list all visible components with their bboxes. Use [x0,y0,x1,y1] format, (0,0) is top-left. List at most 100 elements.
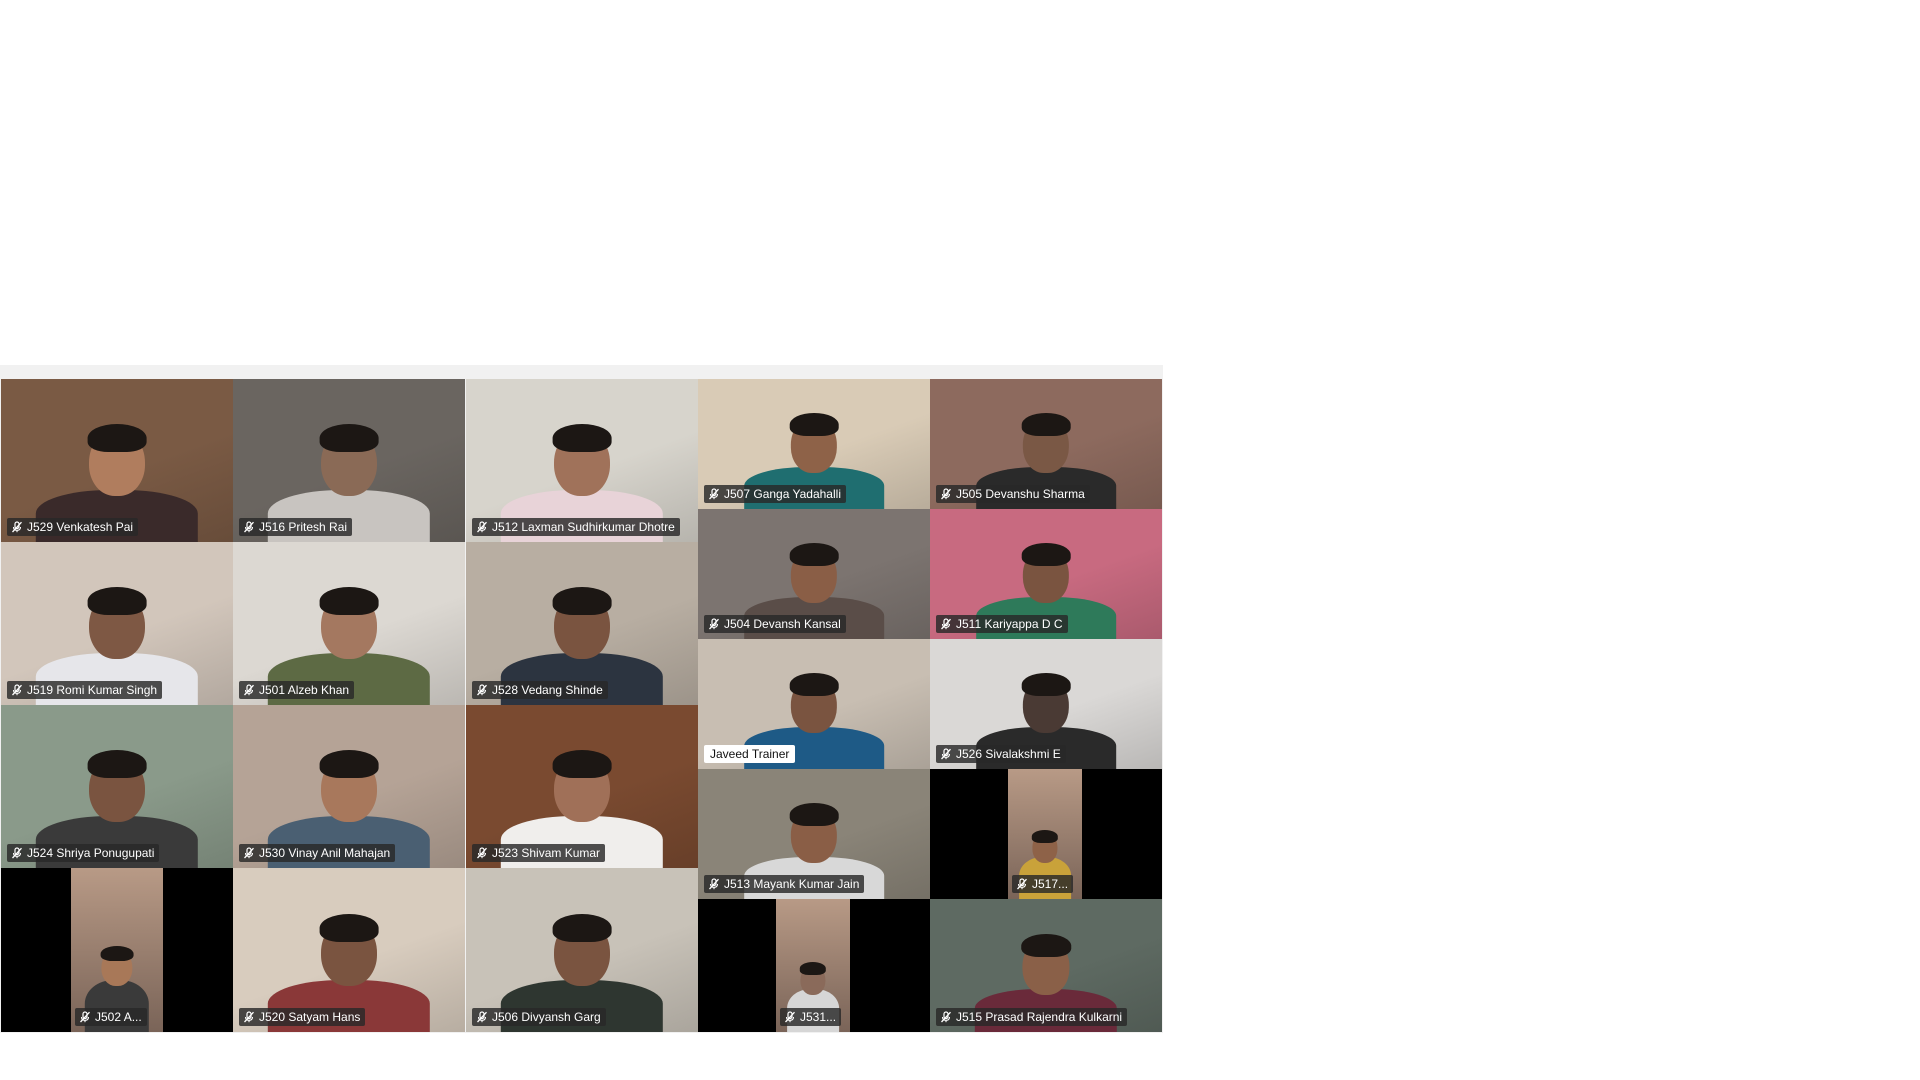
mic-muted-icon [79,1011,91,1023]
mic-muted-icon [243,684,255,696]
participant-tile-j501-alzeb-khan[interactable]: J501 Alzeb Khan [233,542,465,705]
participant-tile-j530-vinay-anil-mahajan[interactable]: J530 Vinay Anil Mahajan [233,705,465,868]
participant-name-label: J506 Divyansh Garg [472,1008,606,1026]
participant-tile-j512-laxman-sudhirkumar-dhotre[interactable]: J512 Laxman Sudhirkumar Dhotre [466,379,698,542]
participant-hair [87,423,147,453]
participant-tile-j517[interactable]: J517... [930,769,1162,899]
participant-name-label: J523 Shivam Kumar [472,844,606,862]
participant-tile-j515-prasad-rajendra-kulkarni[interactable]: J515 Prasad Rajendra Kulkarni [930,899,1162,1032]
participant-name: J529 Venkatesh Pai [27,520,134,534]
participant-name: J512 Laxman Sudhirkumar Dhotre [492,520,675,534]
mic-muted-icon [476,1011,488,1023]
participant-tile-j513-mayank-kumar-jain[interactable]: J513 Mayank Kumar Jain [698,769,930,899]
participant-hair [319,586,379,616]
participant-tile-j528-vedang-shinde[interactable]: J528 Vedang Shinde [466,542,698,705]
participant-name-label: J529 Venkatesh Pai [7,518,139,536]
participant-tile-j502-a[interactable]: J502 A... [1,868,233,1032]
mic-muted-icon [243,1011,255,1023]
participant-name-label: Javeed Trainer [704,745,796,763]
participant-name-label: J520 Satyam Hans [239,1008,366,1026]
participant-tile-j506-divyansh-garg[interactable]: J506 Divyansh Garg [466,868,698,1032]
participant-hair [789,412,839,436]
mic-muted-icon [11,847,23,859]
participant-tile-j531[interactable]: J531... [698,899,930,1032]
participant-name: J531... [800,1010,837,1024]
participant-tile-j520-satyam-hans[interactable]: J520 Satyam Hans [233,868,465,1032]
participant-name-label: J502 A... [75,1008,147,1026]
participant-tile-j526-sivalakshmi-e[interactable]: J526 Sivalakshmi E [930,639,1162,769]
mic-muted-icon [243,847,255,859]
participant-tile-j511-kariyappa-d-c[interactable]: J511 Kariyappa D C [930,509,1162,639]
mic-muted-icon [1016,878,1028,890]
participant-name-label: J515 Prasad Rajendra Kulkarni [936,1008,1128,1026]
participant-name-label: J513 Mayank Kumar Jain [704,875,865,893]
participant-hair [552,423,612,453]
participant-name-label: J519 Romi Kumar Singh [7,681,163,699]
participant-tile-j524-shriya-ponugupati[interactable]: J524 Shriya Ponugupati [1,705,233,868]
participant-hair [789,542,839,566]
participant-name-label: J524 Shriya Ponugupati [7,844,160,862]
participant-hair [789,802,839,826]
mic-muted-icon [940,748,952,760]
participant-name: J519 Romi Kumar Singh [27,683,158,697]
participant-name-label: J512 Laxman Sudhirkumar Dhotre [472,518,680,536]
participant-name-label: J511 Kariyappa D C [936,615,1068,633]
participant-tile-j519-romi-kumar-singh[interactable]: J519 Romi Kumar Singh [1,542,233,705]
participant-name: J526 Sivalakshmi E [956,747,1061,761]
participant-name-label: J501 Alzeb Khan [239,681,355,699]
participant-hair [319,913,379,942]
participant-name-label: J531... [780,1008,842,1026]
mic-muted-icon [11,684,23,696]
participant-hair [319,423,379,453]
participant-hair [1021,672,1071,696]
participant-hair [552,749,612,779]
participant-name: Javeed Trainer [710,747,790,761]
participant-name: J523 Shivam Kumar [492,846,601,860]
participant-name: J516 Pritesh Rai [259,520,348,534]
participant-name-label: J505 Devanshu Sharma [936,485,1090,503]
participant-hair [799,962,827,975]
participant-tile-j529-venkatesh-pai[interactable]: J529 Venkatesh Pai [1,379,233,542]
mic-muted-icon [708,878,720,890]
participant-name-label: J504 Devansh Kansal [704,615,846,633]
participant-name-label: J517... [1012,875,1074,893]
participant-tile-javeed-trainer[interactable]: Javeed Trainer [698,639,930,769]
participant-tile-j507-ganga-yadahalli[interactable]: J507 Ganga Yadahalli [698,379,930,509]
participant-hair [87,586,147,616]
participant-hair [552,586,612,616]
participant-tile-j504-devansh-kansal[interactable]: J504 Devansh Kansal [698,509,930,639]
mic-muted-icon [708,488,720,500]
mic-muted-icon [708,618,720,630]
participant-tile-j516-pritesh-rai[interactable]: J516 Pritesh Rai [233,379,465,542]
mic-muted-icon [476,847,488,859]
participant-name: J501 Alzeb Khan [259,683,350,697]
participant-tile-j505-devanshu-sharma[interactable]: J505 Devanshu Sharma [930,379,1162,509]
participant-name: J502 A... [95,1010,142,1024]
participant-name: J513 Mayank Kumar Jain [724,877,860,891]
participant-hair [319,749,379,779]
participant-hair [1021,542,1071,566]
participant-name-label: J528 Vedang Shinde [472,681,608,699]
participant-name-label: J516 Pritesh Rai [239,518,353,536]
participant-hair [789,672,839,696]
mic-muted-icon [476,684,488,696]
participant-name: J520 Satyam Hans [259,1010,361,1024]
mic-muted-icon [940,618,952,630]
mic-muted-icon [784,1011,796,1023]
participant-name-label: J526 Sivalakshmi E [936,745,1066,763]
participant-name-label: J507 Ganga Yadahalli [704,485,846,503]
participant-name: J504 Devansh Kansal [724,617,841,631]
participant-name: J515 Prasad Rajendra Kulkarni [956,1010,1123,1024]
participant-name: J517... [1032,877,1069,891]
mic-muted-icon [11,521,23,533]
mic-muted-icon [940,1011,952,1023]
participant-name: J505 Devanshu Sharma [956,487,1085,501]
mic-muted-icon [940,488,952,500]
participant-name: J528 Vedang Shinde [492,683,603,697]
participant-tile-j523-shivam-kumar[interactable]: J523 Shivam Kumar [466,705,698,868]
participant-name: J506 Divyansh Garg [492,1010,601,1024]
participant-hair [1021,412,1071,436]
participant-hair [87,749,147,779]
participant-hair [1031,830,1059,843]
participant-name: J530 Vinay Anil Mahajan [259,846,391,860]
